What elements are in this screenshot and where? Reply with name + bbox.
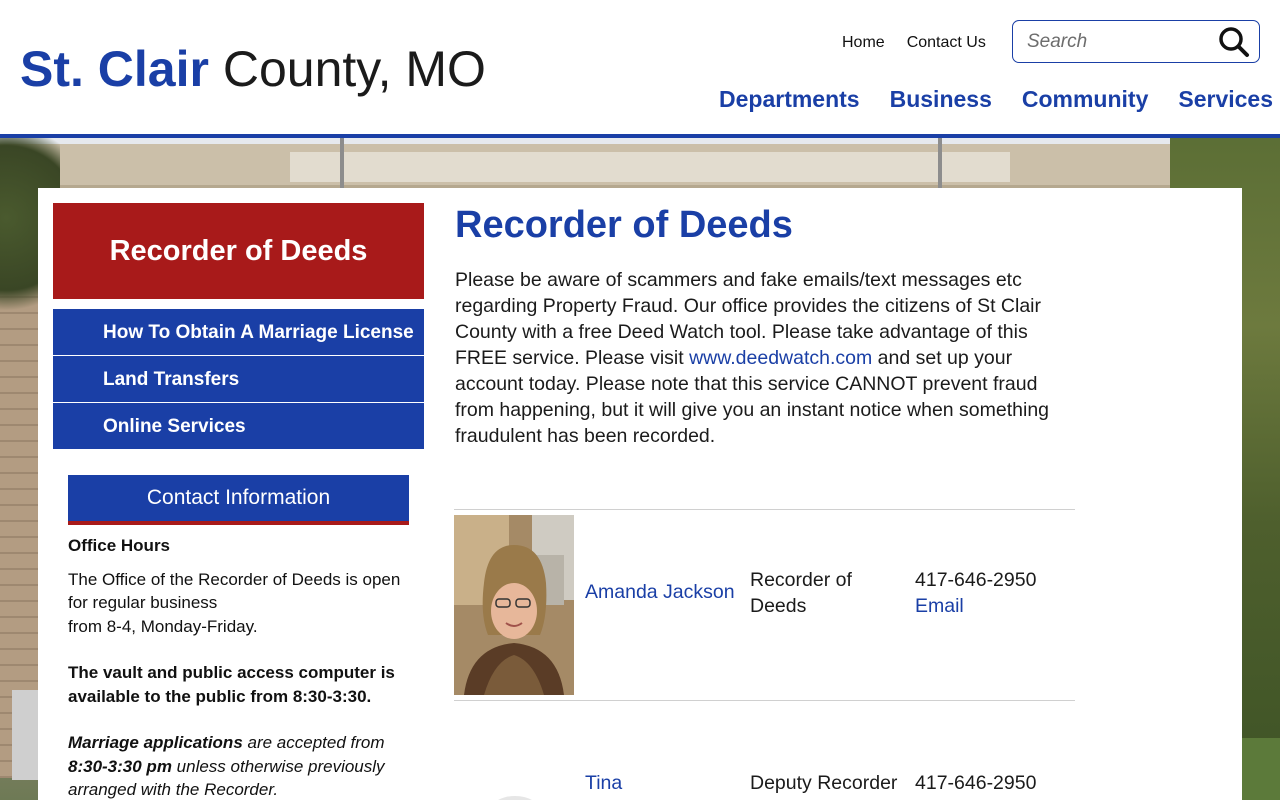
office-hours-line-1: The Office of the Recorder of Deeds is o… — [68, 569, 401, 613]
nav-business[interactable]: Business — [890, 86, 992, 113]
marriage-applications-label: Marriage applications — [68, 733, 243, 752]
content-card: Recorder of Deeds How To Obtain A Marria… — [38, 188, 1242, 800]
logo-bold-text: St. Clair — [20, 41, 209, 97]
vault-hours-text: The vault and public access computer is … — [68, 663, 395, 706]
intro-paragraph: Please be aware of scammers and fake ema… — [455, 267, 1080, 449]
marriage-text-part-1: are accepted from — [242, 733, 385, 752]
staff-portrait-image — [454, 515, 574, 695]
nav-services[interactable]: Services — [1178, 86, 1273, 113]
staff-row: Tina Deputy Recorder 417-646-2950 — [454, 706, 1075, 800]
nav-home-link[interactable]: Home — [842, 34, 885, 52]
staff-divider — [454, 700, 1075, 701]
nav-community[interactable]: Community — [1022, 86, 1149, 113]
search-button[interactable] — [1217, 25, 1251, 59]
nav-contact-us-link[interactable]: Contact Us — [907, 34, 986, 52]
sidebar-menu: How To Obtain A Marriage License Land Tr… — [53, 309, 424, 449]
sidebar-title: Recorder of Deeds — [53, 203, 424, 299]
deedwatch-link[interactable]: www.deedwatch.com — [689, 347, 872, 369]
sidebar-item-online-services[interactable]: Online Services — [53, 403, 424, 449]
nav-departments[interactable]: Departments — [719, 86, 860, 113]
office-hours-label: Office Hours — [68, 536, 171, 555]
staff-title: Deputy Recorder — [750, 772, 898, 794]
office-hours-text: The Office of the Recorder of Deeds is o… — [68, 568, 413, 639]
marriage-application-text: Marriage applications are accepted from … — [68, 731, 413, 800]
site-logo[interactable]: St. Clair County, MO — [20, 38, 486, 100]
main-nav: Departments Business Community Services — [719, 86, 1273, 113]
staff-row: Amanda Jackson Recorder of Deeds 417-646… — [454, 515, 1075, 695]
office-hours-line-2: from 8-4, Monday-Friday. — [68, 616, 258, 636]
contact-info-heading: Contact Information — [68, 475, 409, 525]
logo-light-text: County, MO — [222, 41, 486, 97]
search-input[interactable] — [1027, 29, 1207, 55]
staff-email-link[interactable]: Email — [915, 593, 964, 619]
staff-photo — [454, 515, 574, 695]
marriage-time: 8:30-3:30 pm — [68, 756, 172, 776]
staff-phone: 417-646-2950 — [915, 772, 1037, 794]
sidebar-item-land-transfers[interactable]: Land Transfers — [53, 356, 424, 403]
staff-name-link[interactable]: Tina — [585, 772, 622, 795]
staff-photo-placeholder — [490, 796, 540, 800]
contact-info-body: Office Hours The Office of the Recorder … — [68, 534, 413, 800]
staff-divider — [454, 509, 1075, 510]
utility-nav: Home Contact Us — [842, 34, 986, 52]
search-box — [1012, 20, 1260, 63]
staff-name-link[interactable]: Amanda Jackson — [585, 581, 735, 604]
staff-phone: 417-646-2950 — [915, 569, 1037, 591]
search-icon — [1219, 27, 1249, 57]
staff-title: Recorder of Deeds — [750, 569, 852, 617]
site-header: St. Clair County, MO Home Contact Us Dep… — [0, 0, 1280, 134]
sidebar-item-marriage-license[interactable]: How To Obtain A Marriage License — [53, 309, 424, 356]
page-title: Recorder of Deeds — [455, 204, 793, 246]
